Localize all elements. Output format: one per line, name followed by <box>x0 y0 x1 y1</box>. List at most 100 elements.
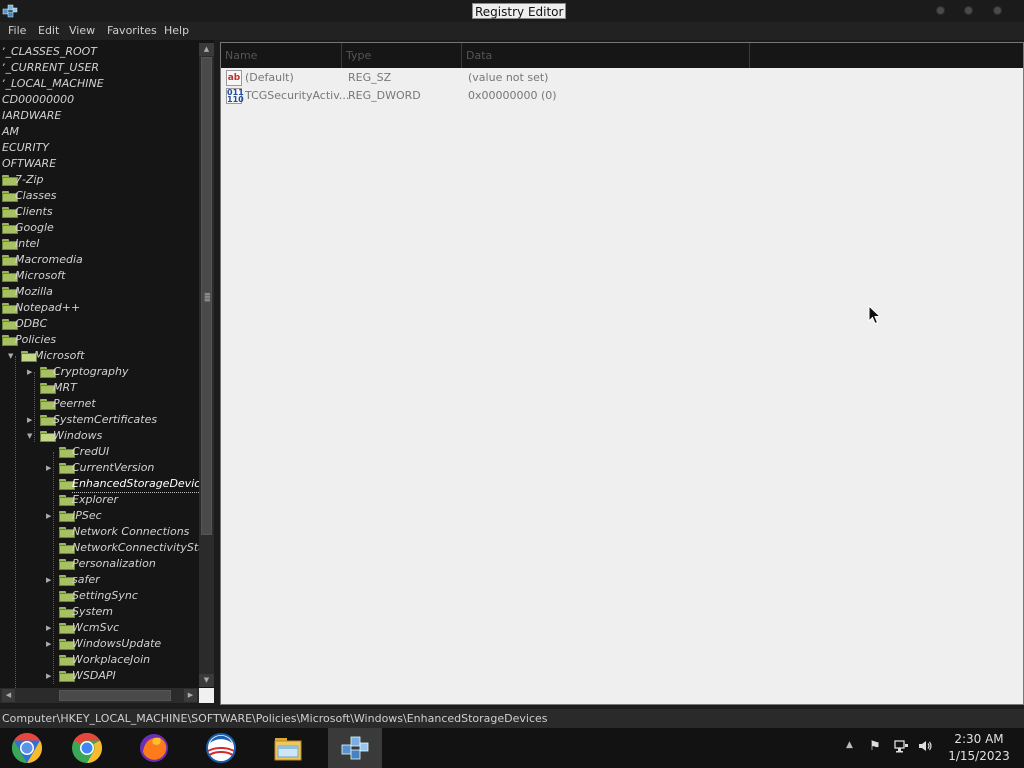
registry-editor-icon <box>341 736 369 760</box>
tree-item-label: Peernet <box>53 397 96 410</box>
value-name: TCGSecurityActiv... <box>245 89 350 102</box>
clock-date[interactable]: 1/15/2023 <box>940 749 1018 763</box>
tree-item-label: NetworkConnectivityStatu <box>72 541 214 554</box>
tree-item-label: Clients <box>15 205 53 218</box>
tree-item-label: Network Connections <box>72 525 190 538</box>
tree-connector-line <box>53 452 54 684</box>
registry-key-tree[interactable]: ʼ_CLASSES_ROOT ʼ_CURRENT_USER ʼ_LOCAL_MACH… <box>0 40 214 703</box>
scroll-up-arrow-icon[interactable]: ▲ <box>199 43 214 56</box>
tree-item-label: ODBC <box>15 317 48 330</box>
scrollbar-thumb[interactable]: ▬ ▬ ▬ <box>201 57 212 535</box>
chromium-icon <box>11 733 43 763</box>
column-data[interactable]: Data <box>462 43 750 68</box>
tree-item-label: CD00000000 <box>2 93 75 106</box>
tree-item-label: ʼ_CLASSES_ROOT <box>2 45 98 58</box>
registry-editor-app-icon[interactable] <box>2 3 18 19</box>
maximize-button[interactable] <box>964 6 973 15</box>
tree-connector-line <box>34 372 35 442</box>
tree-item-label: WorkplaceJoin <box>72 653 151 666</box>
action-center-flag-icon[interactable]: ⚑ <box>866 738 884 756</box>
grip-icon: ▬ ▬ ▬ <box>204 290 211 304</box>
tree-vertical-scrollbar[interactable]: ▲ ▬ ▬ ▬ ▼ <box>199 43 214 687</box>
value-type: REG_DWORD <box>348 89 421 102</box>
value-type: REG_SZ <box>348 71 392 84</box>
tree-item-label: CredUI <box>72 445 110 458</box>
tree-item-label: ʼ_LOCAL_MACHINE <box>2 77 104 90</box>
taskbar-obama-logo[interactable] <box>194 728 248 768</box>
column-header: Name Type Data <box>221 43 1023 68</box>
taskbar-firefox[interactable] <box>127 728 181 768</box>
value-name: (Default) <box>245 71 294 84</box>
dword-value-icon: 011 110 <box>226 88 244 104</box>
show-hidden-icons-chevron[interactable]: ▲ <box>846 740 853 750</box>
tree-item-label: AM <box>2 125 20 138</box>
tree-item-label: IARDWARE <box>2 109 62 122</box>
tree-item-label: Windows <box>53 429 103 442</box>
tree-item-label: Notepad++ <box>15 301 81 314</box>
string-value-icon: ab <box>226 70 242 86</box>
menu-bar: File Edit View Favorites Help <box>0 22 1024 40</box>
tree-item-label: Explorer <box>72 493 119 506</box>
volume-icon[interactable] <box>916 738 934 756</box>
taskbar-chrome[interactable] <box>60 728 114 768</box>
tree-item-label: Google <box>15 221 54 234</box>
obama-logo-icon <box>206 733 236 763</box>
tree-item-label: CurrentVersion <box>72 461 155 474</box>
tree-item-label: OFTWARE <box>2 157 57 170</box>
scroll-left-arrow-icon[interactable]: ◀ <box>2 689 15 702</box>
column-name[interactable]: Name <box>221 43 342 68</box>
tree-item-label: ʼ_CURRENT_USER <box>2 61 100 74</box>
scroll-down-arrow-icon[interactable]: ▼ <box>199 674 214 687</box>
status-bar-path: Computer\HKEY_LOCAL_MACHINE\SOFTWARE\Pol… <box>0 709 1024 728</box>
tree-item-label: 7-Zip <box>15 173 44 186</box>
tree-item-label: Cryptography <box>53 365 129 378</box>
tree-item-label: Microsoft <box>34 349 85 362</box>
tree-item-label: ECURITY <box>2 141 50 154</box>
close-button[interactable] <box>993 6 1002 15</box>
taskbar-registry-editor[interactable] <box>328 728 382 768</box>
value-data: (value not set) <box>468 71 549 84</box>
tree-item-label: WcmSvc <box>72 621 120 634</box>
value-row[interactable]: ab (Default) REG_SZ (value not set) <box>221 69 1021 87</box>
scroll-right-arrow-icon[interactable]: ▶ <box>184 689 197 702</box>
tree-item-label: EnhancedStorageDevices <box>72 476 213 493</box>
menu-file[interactable]: File <box>8 24 26 38</box>
tree-item-label: Microsoft <box>15 269 66 282</box>
tree-item-label: safer <box>72 573 100 586</box>
tree-item-label: Mozilla <box>15 285 53 298</box>
window-title: Registry Editor <box>472 3 567 19</box>
tree-item-label: IPSec <box>72 509 102 522</box>
menu-view[interactable]: View <box>69 24 95 38</box>
clock-time[interactable]: 2:30 AM <box>940 732 1018 746</box>
tree-item-label: Macromedia <box>15 253 83 266</box>
taskbar-file-explorer[interactable] <box>261 728 315 768</box>
chrome-icon <box>72 733 103 763</box>
tree-item-label: WSDAPI <box>72 669 116 682</box>
menu-favorites[interactable]: Favorites <box>107 24 157 38</box>
tree-connector-line <box>15 356 16 690</box>
scrollbar-corner <box>199 688 214 703</box>
taskbar: ▲ ⚑ 2:30 AM 1/15/2023 <box>0 728 1024 768</box>
tree-item-label: Intel <box>15 237 40 250</box>
tree-horizontal-scrollbar[interactable]: ◀ ▶ <box>0 688 199 703</box>
mouse-cursor-icon <box>868 305 882 325</box>
column-type[interactable]: Type <box>342 43 462 68</box>
tree-item-label: Personalization <box>72 557 156 570</box>
value-row[interactable]: 011 110 TCGSecurityActiv... REG_DWORD 0x0… <box>221 87 1021 105</box>
tree-item-label: WindowsUpdate <box>72 637 162 650</box>
tree-item-label: System <box>72 605 114 618</box>
tree-item-label: Policies <box>15 333 57 346</box>
registry-values-list[interactable]: Name Type Data ab (Default) REG_SZ (valu… <box>220 42 1024 705</box>
tree-item-label: MRT <box>53 381 77 394</box>
taskbar-chromium[interactable] <box>0 728 54 768</box>
tree-item-label: Classes <box>15 189 57 202</box>
menu-help[interactable]: Help <box>164 24 189 38</box>
value-data: 0x00000000 (0) <box>468 89 557 102</box>
firefox-icon <box>140 734 168 762</box>
menu-edit[interactable]: Edit <box>38 24 59 38</box>
minimize-button[interactable] <box>936 6 945 15</box>
network-icon[interactable] <box>892 738 910 756</box>
tree-item-label: SystemCertificates <box>53 413 158 426</box>
file-explorer-icon <box>274 738 302 761</box>
scrollbar-thumb[interactable] <box>59 690 171 701</box>
